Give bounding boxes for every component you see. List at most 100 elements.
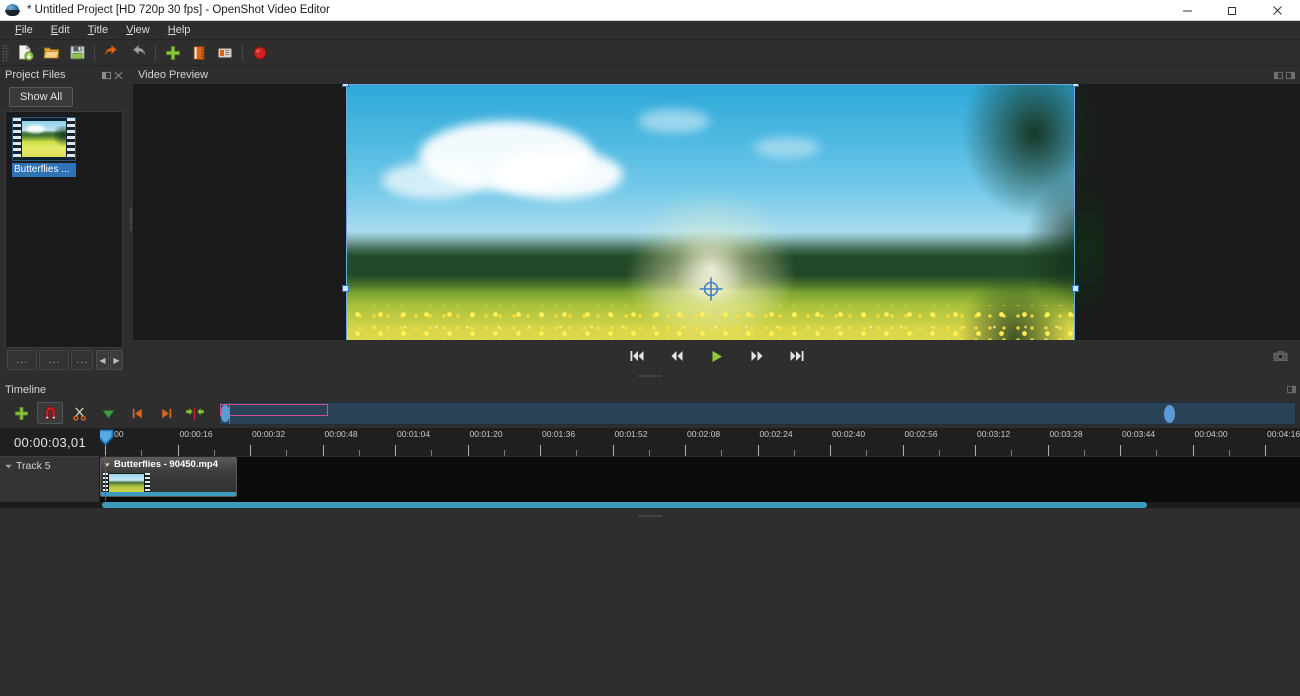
list-item[interactable]: Butterflies ... xyxy=(12,117,76,177)
dock-float-icon[interactable] xyxy=(1287,385,1296,394)
close-button[interactable] xyxy=(1255,0,1300,21)
window-title: * Untitled Project [HD 720p 30 fps] - Op… xyxy=(27,4,330,16)
center-crosshair-icon[interactable] xyxy=(699,277,723,301)
timeline-zoom-slider[interactable] xyxy=(219,401,1296,425)
chevron-right-icon[interactable]: ▶ xyxy=(110,350,123,370)
ruler-tick-major xyxy=(1265,445,1266,456)
project-files-panel: Project Files Show All Butterflies ... .… xyxy=(0,66,128,372)
next-marker-icon xyxy=(161,408,171,418)
skip-to-start-button[interactable] xyxy=(626,346,648,366)
dock-close-icon[interactable] xyxy=(1286,71,1295,80)
openshot-logo-icon xyxy=(5,3,21,17)
minimize-button[interactable] xyxy=(1165,0,1210,21)
status-area xyxy=(0,526,1300,696)
play-icon xyxy=(712,350,722,362)
ruler-tick-label: 00:04:16 xyxy=(1267,429,1300,439)
add-marker-button[interactable] xyxy=(95,402,121,424)
play-button[interactable] xyxy=(706,346,728,366)
menu-file-rest: ile xyxy=(21,24,33,36)
menu-help-rest: elp xyxy=(175,24,191,36)
menu-edit-rest: dit xyxy=(58,24,70,36)
toolbar-separator xyxy=(155,44,156,61)
scissors-icon xyxy=(72,406,86,421)
timeline-panel: Timeline 00:00:03,01 0:00 00:00:16 00:00… xyxy=(0,381,1300,508)
redo-button[interactable] xyxy=(125,42,151,64)
resize-handle-middle-right[interactable] xyxy=(1072,285,1079,292)
ruler-tick-label: 00:04:00 xyxy=(1194,429,1228,439)
ruler-tick-label: 00:00:32 xyxy=(252,429,286,439)
bottom-splitter[interactable] xyxy=(0,508,1300,526)
ruler-tick-major xyxy=(395,445,396,456)
show-all-button[interactable]: Show All xyxy=(9,87,74,107)
import-files-button[interactable] xyxy=(160,42,186,64)
menu-file[interactable]: File xyxy=(6,21,42,39)
snapping-toggle-button[interactable] xyxy=(37,402,63,424)
zoom-visible-range[interactable] xyxy=(220,403,328,416)
razor-tool-button[interactable] xyxy=(66,402,92,424)
video-frame[interactable] xyxy=(342,84,1105,340)
fast-forward-button[interactable] xyxy=(746,346,768,366)
video-preview-canvas[interactable] xyxy=(133,84,1300,340)
save-project-button[interactable] xyxy=(64,42,90,64)
open-project-button[interactable] xyxy=(38,42,64,64)
ruler-tick-major xyxy=(250,445,251,456)
dock-close-icon[interactable] xyxy=(114,71,123,80)
menu-help[interactable]: Help xyxy=(159,21,200,39)
clip-title-bar: Butterflies - 90450.mp4 xyxy=(101,458,236,471)
project-files-tabbar: ... ... ... ◀ ▶ xyxy=(3,348,125,372)
export-video-button[interactable] xyxy=(247,42,273,64)
skip-to-end-button[interactable] xyxy=(786,346,808,366)
screen-icon xyxy=(218,47,232,58)
chevron-down-icon[interactable] xyxy=(4,462,13,471)
track-lane[interactable]: Butterflies - 90450.mp4 xyxy=(100,455,1300,502)
resize-handle-top-left[interactable] xyxy=(342,84,349,87)
track-header[interactable]: Track 5 xyxy=(0,456,100,502)
choose-profile-button[interactable] xyxy=(186,42,212,64)
maximize-button[interactable] xyxy=(1210,0,1255,21)
film-profile-icon xyxy=(193,45,205,60)
previous-marker-button[interactable] xyxy=(124,402,150,424)
menu-view[interactable]: View xyxy=(117,21,159,39)
add-track-button[interactable] xyxy=(8,402,34,424)
project-files-list[interactable]: Butterflies ... xyxy=(5,111,123,348)
ruler-tick-major xyxy=(1192,445,1194,456)
horizontal-splitter[interactable] xyxy=(0,372,1300,381)
rewind-button[interactable] xyxy=(666,346,688,366)
new-project-button[interactable] xyxy=(12,42,38,64)
camera-snapshot-icon[interactable] xyxy=(1270,346,1290,366)
menu-file-mnemonic: F xyxy=(15,24,22,36)
chevron-left-icon[interactable]: ◀ xyxy=(96,350,109,370)
menu-edit[interactable]: Edit xyxy=(42,21,79,39)
show-all-wrapper: Show All xyxy=(3,84,125,111)
project-files-header: Project Files xyxy=(0,66,128,84)
toolbar-separator xyxy=(242,44,243,61)
rewind-icon xyxy=(671,351,682,361)
playhead-timecode: 00:00:03,01 xyxy=(0,428,100,456)
toolbar-drag-handle[interactable] xyxy=(2,43,9,62)
center-playhead-icon xyxy=(186,407,204,419)
ruler-tick-label: 00:02:08 xyxy=(687,429,721,439)
timeline-clip[interactable]: Butterflies - 90450.mp4 xyxy=(100,457,237,497)
center-playhead-button[interactable] xyxy=(182,402,208,424)
timeline-ruler[interactable]: 0:00 00:00:16 00:00:32 00:00:48 00:01:04 00:0… xyxy=(100,428,1300,456)
resize-handle-middle-left[interactable] xyxy=(342,285,349,292)
fullscreen-button[interactable] xyxy=(212,42,238,64)
next-marker-button[interactable] xyxy=(153,402,179,424)
resize-handle-top-right[interactable] xyxy=(1072,84,1079,87)
project-files-tab[interactable]: ... xyxy=(7,350,38,370)
dock-float-icon[interactable] xyxy=(1274,71,1283,80)
undo-button[interactable] xyxy=(99,42,125,64)
zoom-handle-left[interactable] xyxy=(221,404,230,422)
menu-edit-mnemonic: E xyxy=(50,24,59,36)
zoom-handle-right[interactable] xyxy=(1164,404,1175,423)
timeline-toolbar xyxy=(0,398,1300,428)
dock-float-icon[interactable] xyxy=(102,71,111,80)
menubar: File Edit Title View Help xyxy=(0,21,1300,40)
timeline-title: Timeline xyxy=(5,383,47,396)
menu-title[interactable]: Title xyxy=(79,21,117,39)
clip-name-label: Butterflies - 90450.mp4 xyxy=(114,459,219,470)
effects-tab[interactable]: ... xyxy=(71,350,93,370)
playhead-marker[interactable] xyxy=(100,428,114,446)
transitions-tab[interactable]: ... xyxy=(39,350,70,370)
timeline-ruler-row: 00:00:03,01 0:00 00:00:16 00:00:32 00:00:48… xyxy=(0,428,1300,456)
